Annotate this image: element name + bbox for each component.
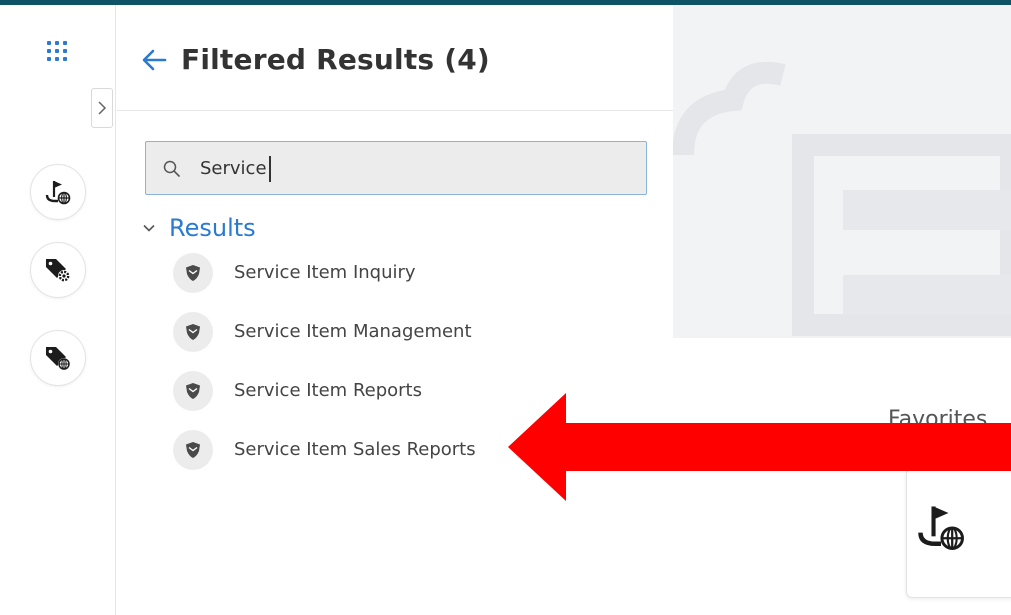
favorite-tile[interactable]: [906, 468, 1011, 598]
hero-banner: [673, 5, 1011, 338]
filtered-results-panel: Filtered Results (4) Results Service Ite…: [117, 5, 673, 615]
result-item-label: Service Item Inquiry: [234, 262, 416, 283]
result-item-service-item-sales-reports[interactable]: Service Item Sales Reports: [173, 420, 653, 479]
rail-button-tag-gear[interactable]: [30, 242, 86, 298]
search-icon: [163, 160, 180, 177]
flag-globe-icon: [45, 181, 71, 205]
panel-header: Filtered Results (4): [117, 5, 673, 111]
result-item-label: Service Item Reports: [234, 380, 422, 401]
rail-button-tag-globe[interactable]: [30, 330, 86, 386]
flag-globe-icon: [918, 506, 964, 550]
chevron-right-icon: [98, 101, 107, 115]
results-header: Results: [169, 214, 256, 242]
result-item-label: Service Item Management: [234, 321, 472, 342]
panel-title: Filtered Results (4): [181, 43, 490, 76]
shield-icon: [173, 252, 213, 293]
result-item-service-item-inquiry[interactable]: Service Item Inquiry: [173, 243, 653, 302]
result-item-label: Service Item Sales Reports: [234, 439, 476, 460]
cloud-illustration: [673, 61, 1011, 336]
rail-button-flag-globe[interactable]: [30, 164, 86, 220]
shield-icon: [173, 429, 213, 470]
app-grid-icon[interactable]: [43, 37, 71, 65]
tag-globe-icon: [46, 347, 70, 370]
shield-icon: [173, 311, 213, 352]
results-section-toggle[interactable]: Results: [141, 211, 256, 245]
arrow-left-icon[interactable]: [141, 47, 167, 73]
results-list: Service Item Inquiry Service Item Manage…: [173, 243, 653, 479]
shield-icon: [173, 370, 213, 411]
text-caret: [268, 156, 271, 182]
left-rail: [0, 5, 116, 615]
tag-gear-icon: [46, 259, 70, 282]
search-input[interactable]: [200, 152, 630, 184]
chevron-down-icon: [143, 224, 155, 232]
main-content: Favorites: [673, 5, 1011, 615]
result-item-service-item-management[interactable]: Service Item Management: [173, 302, 653, 361]
rail-expand-toggle[interactable]: [91, 88, 113, 128]
favorites-label: Favorites: [888, 407, 988, 432]
result-item-service-item-reports[interactable]: Service Item Reports: [173, 361, 653, 420]
search-box[interactable]: [145, 141, 647, 195]
